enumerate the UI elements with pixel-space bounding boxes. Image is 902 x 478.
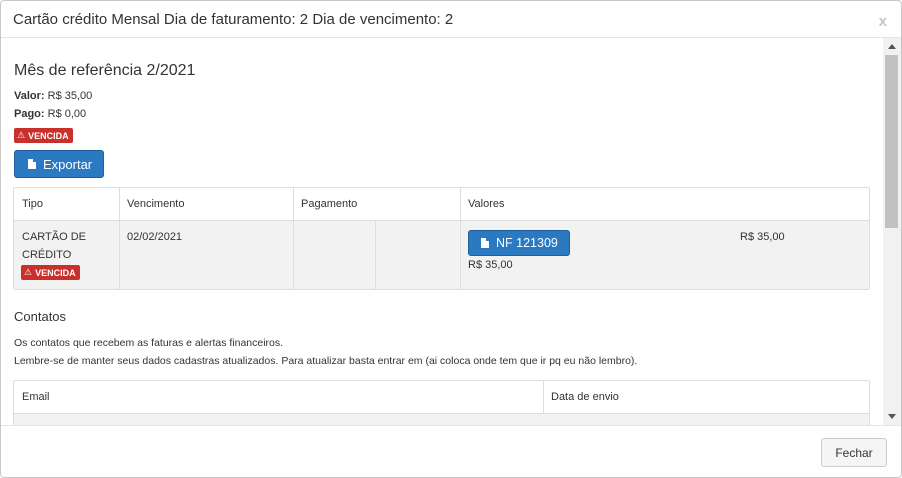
row-status-badge: ⚠ VENCIDA (21, 265, 80, 280)
pago-label: Pago: (14, 108, 45, 120)
contacts-description-line1: Os contatos que recebem as faturas e ale… (14, 337, 284, 349)
contacts-title: Contatos (14, 309, 67, 324)
bill-table: Tipo Vencimento Pagamento Valores CARTÃO… (13, 187, 870, 290)
status-badge: ⚠ VENCIDA (14, 125, 73, 143)
modal-header: Cartão crédito Mensal Dia de faturamento… (1, 1, 901, 38)
close-icon[interactable]: x (879, 13, 887, 30)
export-button-label: Exportar (43, 156, 93, 172)
contacts-table: Email Data de envio (13, 380, 870, 425)
pago-value: R$ 0,00 (47, 108, 87, 120)
scroll-down-arrow-icon[interactable] (888, 414, 896, 419)
contacts-table-header: Email Data de envio (14, 381, 869, 414)
invoice-nf-button-label: NF 121309 (496, 236, 558, 250)
column-divider (293, 188, 294, 289)
col-tipo: Tipo (22, 198, 43, 210)
table-row (14, 414, 869, 425)
col-email: Email (22, 391, 50, 403)
document-icon (481, 238, 489, 248)
export-button[interactable]: Exportar (14, 150, 104, 178)
total-value: R$ 35,00 (740, 231, 785, 243)
col-valores: Valores (468, 198, 505, 210)
invoice-modal: Cartão crédito Mensal Dia de faturamento… (0, 0, 902, 478)
vertical-scrollbar[interactable] (883, 38, 901, 425)
scroll-thumb[interactable] (885, 55, 898, 228)
col-pagamento: Pagamento (301, 198, 358, 210)
row-status-badge-label: VENCIDA (35, 267, 76, 278)
modal-title: Cartão crédito Mensal Dia de faturamento… (13, 11, 454, 28)
col-vencimento: Vencimento (127, 198, 185, 210)
table-row: CARTÃO DE CRÉDITO ⚠ VENCIDA 02/02/2021 N… (14, 221, 869, 289)
scroll-up-arrow-icon[interactable] (888, 44, 896, 49)
valor-row: Valor: R$ 35,00 (14, 90, 92, 102)
close-button[interactable]: Fechar (821, 438, 887, 467)
valor-label: Valor: (14, 90, 45, 102)
modal-body[interactable]: Mês de referência 2/2021 Valor: R$ 35,00… (1, 38, 883, 425)
column-divider (460, 188, 461, 289)
status-badge-label: VENCIDA (28, 130, 69, 141)
tipo-line2: CRÉDITO (22, 249, 72, 261)
column-divider (375, 221, 376, 289)
pago-row: Pago: R$ 0,00 (14, 108, 86, 120)
valor-value: R$ 35,00 (47, 90, 93, 102)
warning-icon: ⚠ (17, 130, 26, 140)
invoice-nf-button[interactable]: NF 121309 (468, 230, 570, 256)
col-data-envio: Data de envio (551, 391, 619, 403)
reference-month-title: Mês de referência 2/2021 (14, 62, 196, 79)
vencimento-value: 02/02/2021 (127, 231, 183, 243)
column-divider (119, 188, 120, 289)
modal-footer: Fechar (1, 425, 901, 477)
document-icon (28, 159, 36, 169)
contacts-description-line2: Lembre-se de manter seus dados cadastras… (14, 355, 638, 367)
warning-icon: ⚠ (24, 267, 33, 277)
invoice-value: R$ 35,00 (468, 259, 513, 271)
bill-table-header: Tipo Vencimento Pagamento Valores (14, 188, 869, 221)
tipo-line1: CARTÃO DE (22, 231, 86, 243)
